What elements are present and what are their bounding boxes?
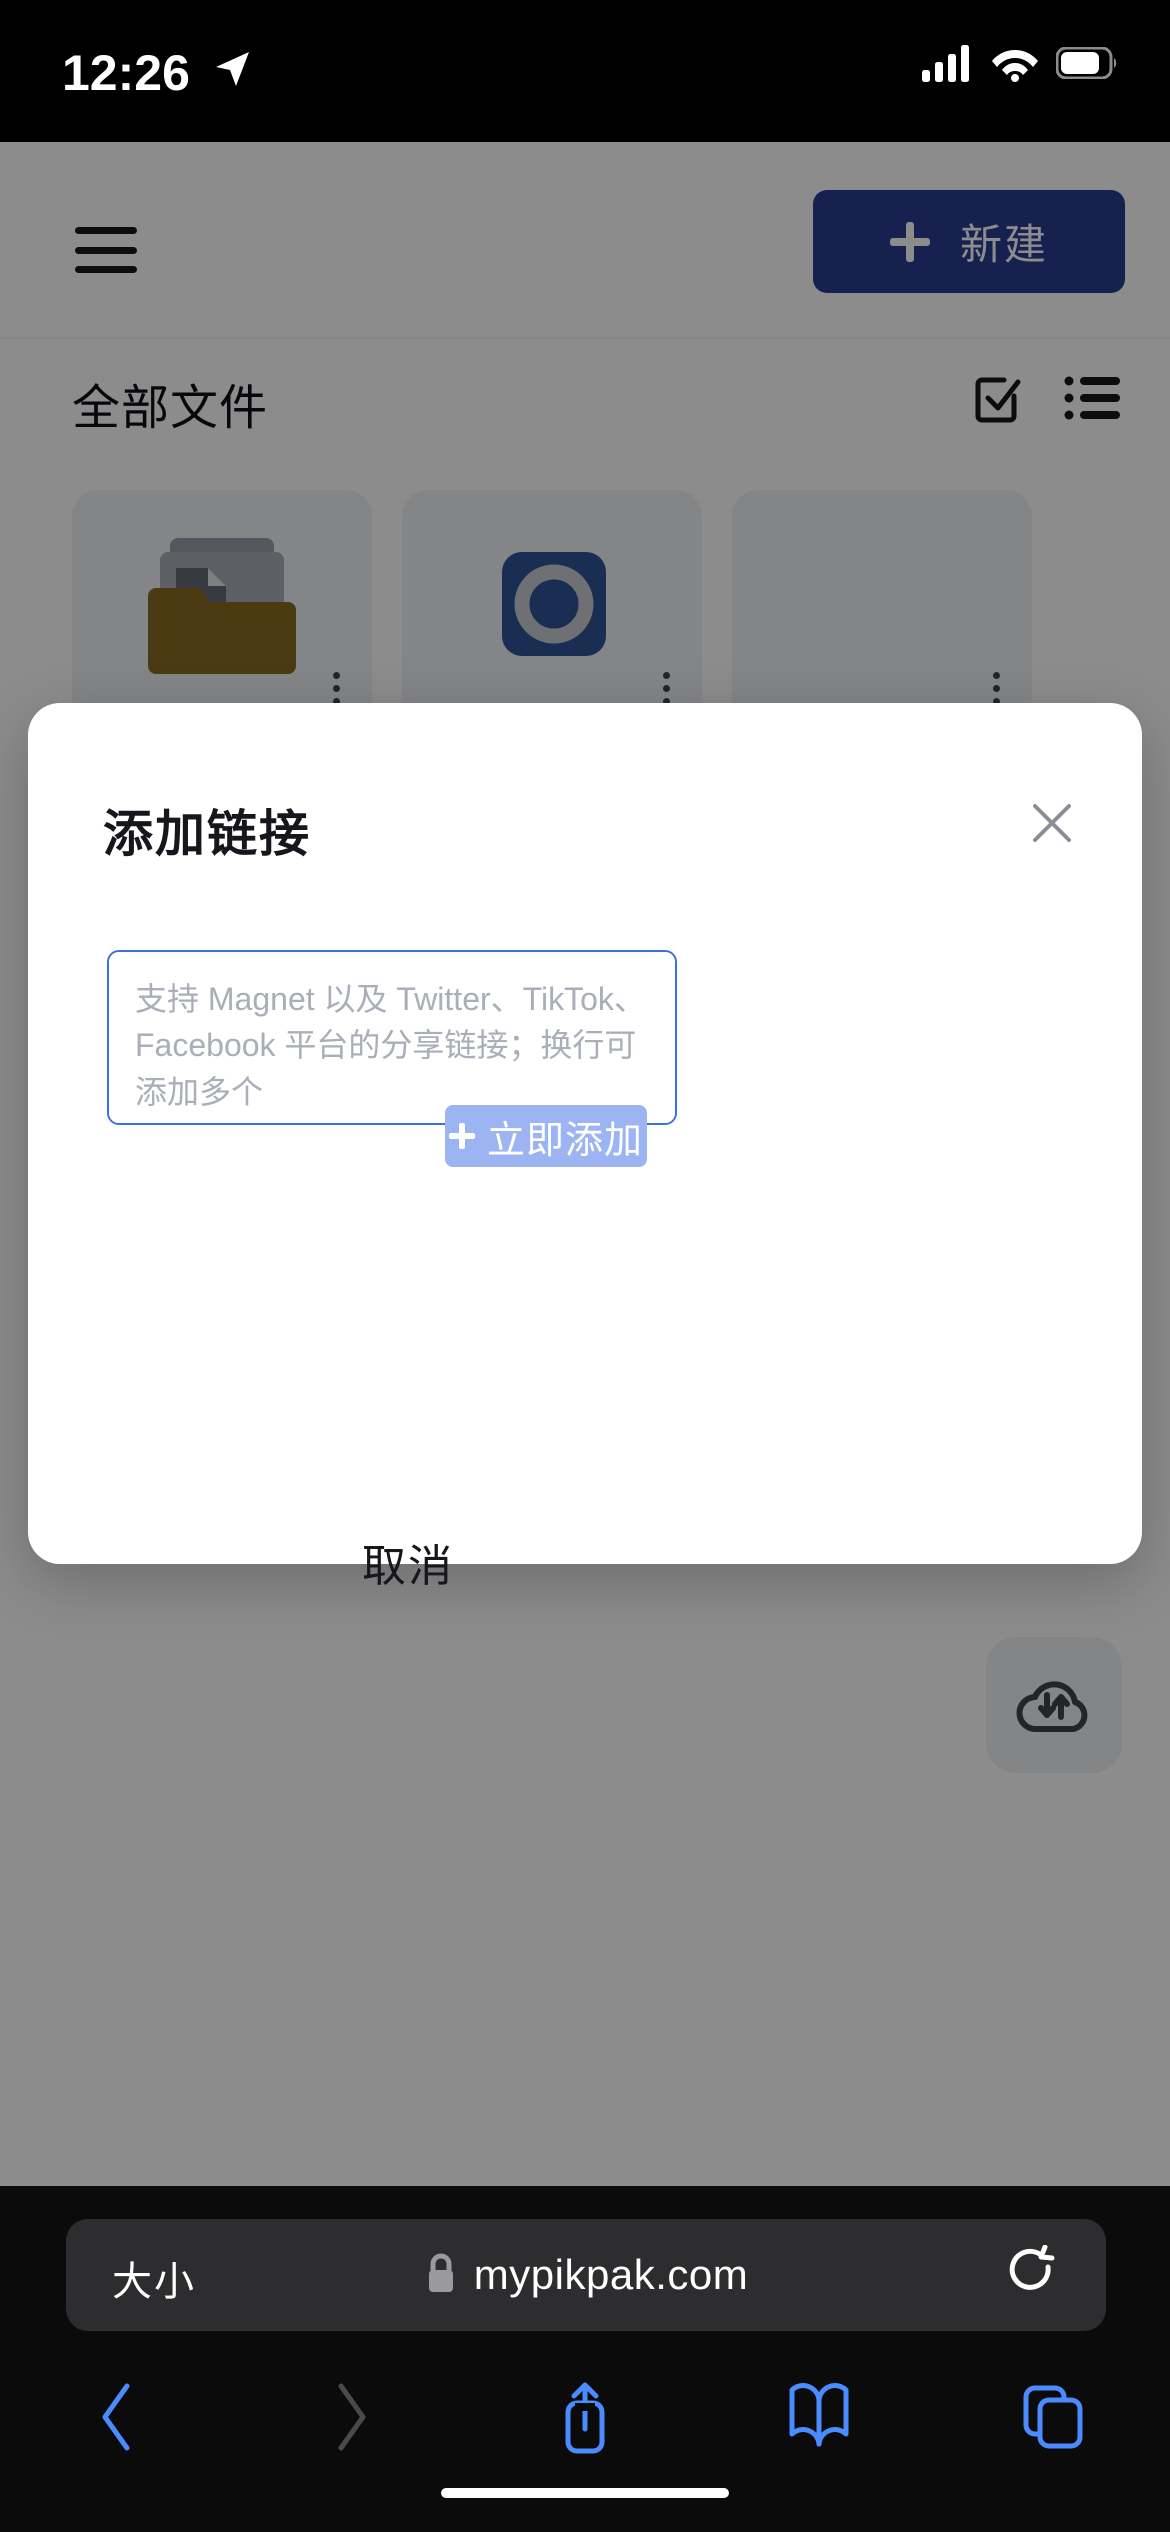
battery-icon: [1055, 46, 1118, 84]
share-button[interactable]: [468, 2377, 702, 2457]
wifi-icon: [990, 44, 1040, 87]
lock-icon: [424, 2251, 458, 2300]
address-bar[interactable]: 大小 mypikpak.com: [66, 2219, 1106, 2331]
add-now-label: 立即添加: [486, 1119, 643, 1162]
link-input[interactable]: [107, 950, 677, 1125]
url-text: mypikpak.com: [473, 2251, 749, 2298]
safari-chrome: 大小 mypikpak.com: [0, 2186, 1170, 2532]
location-arrow-icon: [212, 48, 252, 95]
tabs-button[interactable]: [936, 2382, 1170, 2452]
add-now-button[interactable]: 立即添加: [445, 1105, 647, 1167]
home-indicator: [441, 2488, 729, 2498]
safari-toolbar: [0, 2362, 1170, 2472]
dialog-title: 添加链接: [103, 806, 311, 862]
back-button[interactable]: [0, 2380, 234, 2454]
status-bar-time: 12:26: [62, 45, 190, 101]
cancel-button[interactable]: 取消: [318, 1519, 498, 1605]
plus-icon: [448, 1123, 475, 1149]
cellular-signal-icon: [922, 44, 974, 87]
add-link-dialog: 添加链接 取消 立即添加: [28, 703, 1142, 1591]
reload-icon[interactable]: [1004, 2244, 1060, 2310]
close-x-icon[interactable]: [1014, 785, 1090, 861]
bookmarks-button[interactable]: [702, 2382, 936, 2452]
status-bar: 12:26: [0, 0, 1170, 142]
forward-button[interactable]: [234, 2380, 468, 2454]
phone-screen: 12:26 新建 全部文件 添加链接 支持 Magnet 以及 Twitter、…: [0, 0, 1170, 2532]
